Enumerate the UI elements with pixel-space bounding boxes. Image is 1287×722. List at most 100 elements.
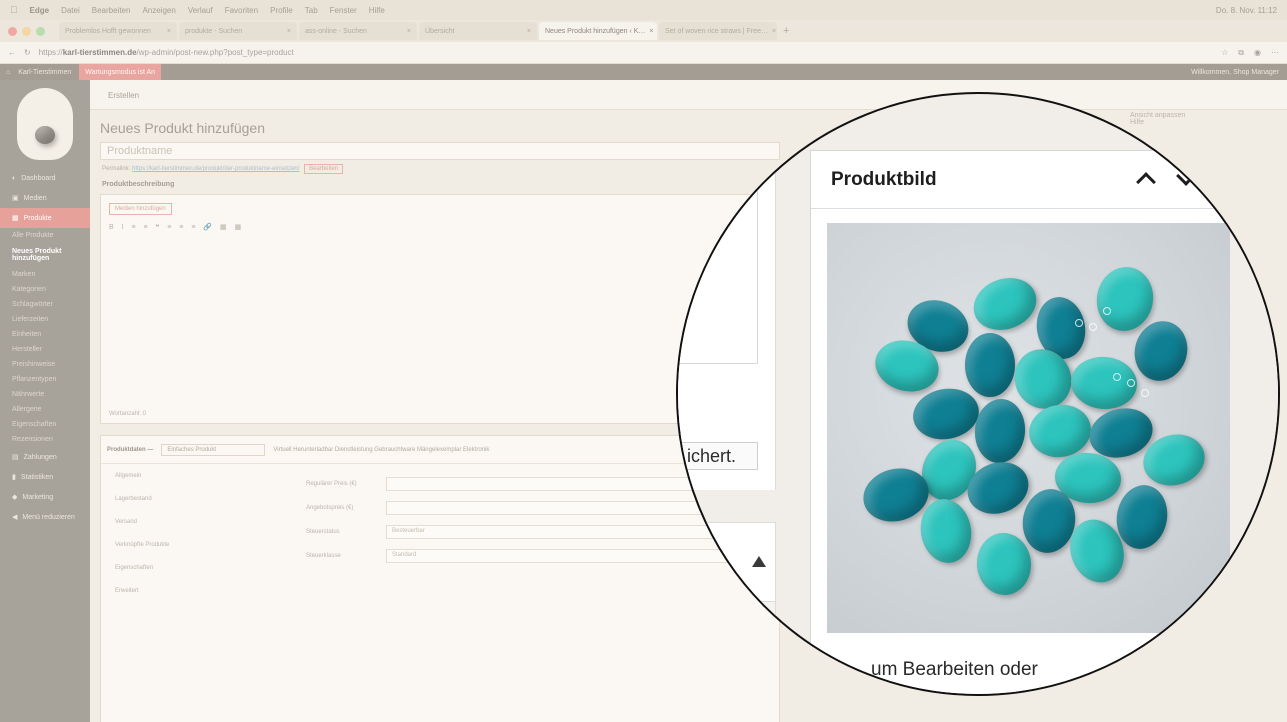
sidebar-sub-item[interactable]: Preishinweise [0, 357, 90, 372]
menu-item[interactable]: Verlauf [188, 6, 213, 15]
browser-tab[interactable]: Übersicht × [419, 22, 537, 40]
saved-notice: ichert. [678, 442, 758, 470]
sidebar-sub-item[interactable]: Allergene [0, 402, 90, 417]
url-path: /wp-admin/post-new.php?post_type=product [136, 48, 294, 57]
sidebar-sub-item[interactable]: Nährwerte [0, 387, 90, 402]
marketing-icon: ◆ [12, 494, 18, 501]
tab-inventory[interactable]: Lagerbestand [101, 487, 301, 510]
editor-toolbar[interactable]: B I ≡ ≡ ❝ ≡ ≡ ≡ 🔗 ▦ ▦ [109, 223, 244, 231]
close-tab-icon[interactable]: × [407, 28, 411, 35]
sidebar-sub-item[interactable]: Alle Produkte [0, 228, 90, 243]
menu-item[interactable]: Favoriten [225, 6, 258, 15]
tab-attributes[interactable]: Eigenschaften [101, 556, 301, 579]
sidebar-sub-item[interactable]: Pflanzentypen [0, 372, 90, 387]
new-tab-icon[interactable]: + [783, 25, 789, 37]
sidebar-sub-item-current[interactable]: Neues Produkt hinzufügen [0, 243, 90, 267]
tab-label: ass-online - Suchen [305, 27, 367, 35]
product-image-header: Produktbild [811, 151, 1229, 209]
back-icon[interactable]: ← [8, 48, 16, 57]
close-tab-icon[interactable]: × [287, 28, 291, 35]
menubar-app-name[interactable]: Edge [30, 6, 50, 15]
media-icon: ▣ [12, 195, 19, 202]
close-window-icon[interactable] [8, 26, 17, 36]
tab-linked-products[interactable]: Verknüpfte Produkte [101, 533, 301, 556]
browser-tab[interactable]: ass-online - Suchen × [299, 22, 417, 40]
tab-advanced[interactable]: Erweitert [101, 579, 301, 602]
product-type-checkboxes[interactable]: Virtuell Herunterladbar Dienstleistung G… [273, 447, 489, 453]
menu-item[interactable]: Anzeigen [142, 6, 175, 15]
zoom-window-icon[interactable] [36, 26, 45, 36]
close-tab-icon[interactable]: × [167, 28, 171, 35]
product-image-hint: um Bearbeiten oder [871, 659, 1038, 680]
product-image-title: Produktbild [831, 168, 937, 190]
close-tab-icon[interactable]: × [649, 28, 653, 35]
apple-icon[interactable]:  [10, 5, 18, 16]
sidebar-sub-item[interactable]: Lieferzeiten [0, 312, 90, 327]
sidebar-item-products[interactable]: ▦ Produkte [0, 208, 90, 228]
minimize-window-icon[interactable] [22, 26, 31, 36]
product-data-label: Produktdaten — [107, 446, 154, 453]
welcome-user[interactable]: Willkommen, Shop Manager [1191, 69, 1279, 76]
menu-item[interactable]: Bearbeiten [92, 6, 131, 15]
sidebar-item-marketing[interactable]: ◆ Marketing [0, 487, 90, 507]
sidebar-item-label: Zahlungen [23, 453, 57, 461]
maintenance-badge[interactable]: Wartungsmodus ist An [79, 64, 162, 80]
product-image[interactable] [827, 223, 1239, 633]
hook-detail [1127, 379, 1135, 387]
sidebar-item-media[interactable]: ▣ Medien [0, 188, 90, 208]
tab-label: Problemlos Hofft gewonnen [65, 27, 151, 35]
add-media-button[interactable]: Medien hinzufügen [109, 203, 172, 215]
product-type-select[interactable]: Einfaches Produkt [161, 443, 266, 456]
magnifier-circle: ichert. Produktbild um Bearbeiten oder [676, 92, 1280, 696]
url-prefix: https:// [38, 48, 63, 57]
product-image-box: Produktbild um Bearbeiten oder [810, 150, 1239, 694]
sidebar-sub-item[interactable]: Marken [0, 267, 90, 282]
sidebar-item-label: Dashboard [21, 174, 56, 182]
close-tab-icon[interactable]: × [527, 28, 531, 35]
sidebar-sub-item[interactable]: Eigenschaften [0, 417, 90, 432]
mac-menubar:  Edge Datei Bearbeiten Anzeigen Verlauf… [0, 0, 1287, 20]
site-logo [0, 80, 90, 168]
reload-icon[interactable]: ↻ [24, 48, 31, 57]
sidebar-sub-item[interactable]: Einheiten [0, 327, 90, 342]
screenshot:  Edge Datei Bearbeiten Anzeigen Verlauf… [0, 0, 1287, 722]
magnified-region: ichert. Produktbild um Bearbeiten oder [678, 94, 1278, 694]
browser-tab[interactable]: Problemlos Hofft gewonnen × [59, 22, 177, 40]
tab-general[interactable]: Allgemein [101, 464, 301, 487]
sidebar-item-collapse[interactable]: ◀ Menü reduzieren [0, 507, 90, 527]
collections-icon[interactable]: ⧉ [1238, 48, 1244, 58]
url-host: karl-tierstimmen.de [62, 48, 137, 57]
wp-sidebar: ◐ Dashboard ▣ Medien ▦ Produkte Alle Produk… [0, 80, 90, 722]
more-icon[interactable]: ⋯ [1271, 48, 1279, 58]
sidebar-sub-item[interactable]: Kategorien [0, 282, 90, 297]
menu-item[interactable]: Fenster [330, 6, 357, 15]
payments-icon: ▤ [12, 454, 19, 461]
sidebar-item-stats[interactable]: ▮ Statistiken [0, 467, 90, 487]
url-field[interactable]: https://karl-tierstimmen.de/wp-admin/pos… [39, 48, 1213, 57]
menu-item[interactable]: Hilfe [369, 6, 385, 15]
sidebar-sub-item[interactable]: Rezensionen [0, 432, 90, 447]
sidebar-item-dashboard[interactable]: ◐ Dashboard [0, 168, 90, 188]
permalink-edit-button[interactable]: Bearbeiten [304, 164, 344, 174]
browser-tab[interactable]: produkte - Suchen × [179, 22, 297, 40]
field-label: Steuerklasse [306, 553, 341, 559]
zoom-editor-edge [678, 94, 776, 490]
site-name[interactable]: Karl-Tierstimmen [18, 69, 71, 76]
menu-item[interactable]: Datei [61, 6, 80, 15]
menu-item[interactable]: Tab [305, 6, 318, 15]
profile-icon[interactable]: ◉ [1254, 48, 1261, 58]
browser-tab-active[interactable]: Neues Produkt hinzufügen ‹ K… × [539, 22, 657, 40]
browser-tab[interactable]: Set of woven rice straws | Free… × [659, 22, 777, 40]
sidebar-sub-item[interactable]: Hersteller [0, 342, 90, 357]
menu-item[interactable]: Profile [270, 6, 293, 15]
hook-detail [1103, 307, 1111, 315]
sidebar-item-payments[interactable]: ▤ Zahlungen [0, 447, 90, 467]
sidebar-item-label: Produkte [23, 214, 52, 222]
tab-shipping[interactable]: Versand [101, 510, 301, 533]
close-tab-icon[interactable]: × [772, 28, 776, 35]
permalink-link[interactable]: https://karl-tierstimmen.de/produkt/der-… [132, 166, 299, 172]
collapse-arrow-icon[interactable] [752, 556, 766, 567]
star-icon[interactable]: ☆ [1221, 48, 1228, 58]
home-icon[interactable]: ⌂ [6, 69, 10, 76]
sidebar-sub-item[interactable]: Schlagwörter [0, 297, 90, 312]
